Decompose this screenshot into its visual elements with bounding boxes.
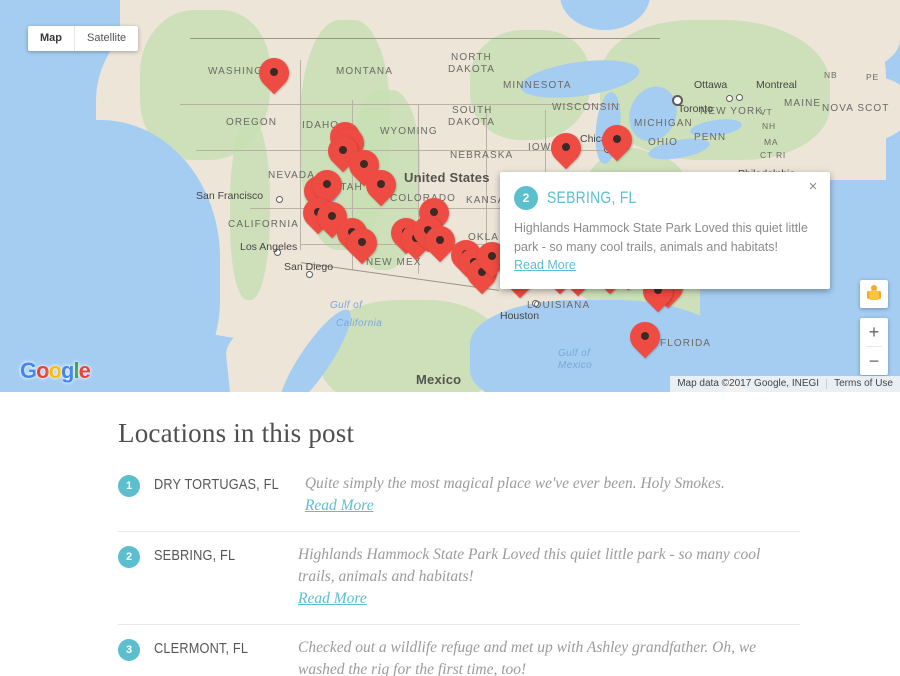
marker-center-dot bbox=[339, 146, 347, 154]
info-window-header: 2 SEBRING, FL bbox=[514, 186, 814, 210]
pegman-street-view-control[interactable] bbox=[860, 280, 888, 308]
map-type-satellite-button[interactable]: Satellite bbox=[75, 26, 138, 51]
state-border bbox=[180, 104, 620, 105]
map-marker-pin[interactable] bbox=[595, 118, 639, 162]
city-dot-icon bbox=[672, 95, 683, 106]
marker-center-dot bbox=[430, 208, 438, 216]
location-name[interactable]: CLERMONT, FL bbox=[154, 640, 273, 657]
list-item: 3 CLERMONT, FL Checked out a wildlife refu… bbox=[118, 624, 800, 676]
state-border bbox=[486, 110, 487, 260]
city-dot-icon bbox=[726, 95, 733, 102]
marker-center-dot bbox=[270, 68, 278, 76]
location-name[interactable]: SEBRING, FL bbox=[154, 547, 273, 564]
list-item: 1 DRY TORTUGAS, FL Quite simply the most m… bbox=[118, 471, 800, 531]
vegetation-area bbox=[230, 120, 270, 300]
locations-list: 1 DRY TORTUGAS, FL Quite simply the most m… bbox=[118, 471, 800, 676]
pegman-icon bbox=[867, 285, 881, 303]
info-window-read-more-link[interactable]: Read More bbox=[514, 256, 576, 275]
zoom-out-button[interactable]: − bbox=[860, 347, 888, 375]
location-description: Checked out a wildlife refuge and met up… bbox=[298, 637, 800, 676]
map-marker-pin[interactable] bbox=[305, 163, 349, 207]
page-title: Locations in this post bbox=[118, 418, 355, 448]
map-marker-pin[interactable] bbox=[544, 126, 588, 170]
marker-center-dot bbox=[436, 236, 444, 244]
city-dot-icon bbox=[736, 94, 743, 101]
map-attribution: Map data ©2017 Google, INEGI Terms of Us… bbox=[670, 376, 900, 392]
marker-center-dot bbox=[323, 180, 331, 188]
map-marker-pin[interactable] bbox=[623, 315, 667, 359]
close-icon[interactable]: × bbox=[804, 178, 822, 196]
location-description-text: Highlands Hammock State Park Loved this … bbox=[298, 546, 761, 585]
info-window-description: Highlands Hammock State Park Loved this … bbox=[514, 221, 808, 254]
map-info-window: × 2 SEBRING, FL Highlands Hammock State … bbox=[500, 172, 830, 289]
info-window-title: SEBRING, FL bbox=[547, 188, 637, 207]
page-root: WASHINGTON MONTANA NORTH DAKOTA MINNESOTA ORE… bbox=[0, 0, 900, 676]
vegetation-area bbox=[600, 20, 830, 160]
location-description: Highlands Hammock State Park Loved this … bbox=[298, 544, 800, 610]
location-description-text: Checked out a wildlife refuge and met up… bbox=[298, 639, 757, 676]
google-logo: Google bbox=[20, 358, 91, 383]
location-name[interactable]: DRY TORTUGAS, FL bbox=[154, 476, 279, 493]
map-marker-pin[interactable] bbox=[340, 221, 384, 265]
marker-center-dot bbox=[613, 135, 621, 143]
city-dot-icon bbox=[276, 196, 283, 203]
location-number-badge: 2 bbox=[118, 546, 140, 568]
read-more-link[interactable]: Read More bbox=[298, 588, 367, 610]
location-description-text: Quite simply the most magical place we'v… bbox=[304, 475, 725, 492]
city-dot-icon bbox=[274, 249, 281, 256]
map-marker-pin[interactable] bbox=[359, 163, 403, 207]
info-window-body: Highlands Hammock State Park Loved this … bbox=[514, 219, 814, 275]
map-marker-pin[interactable] bbox=[252, 51, 296, 95]
zoom-control[interactable]: + − bbox=[860, 318, 888, 375]
state-border bbox=[300, 60, 301, 250]
marker-center-dot bbox=[358, 238, 366, 246]
read-more-link[interactable]: Read More bbox=[305, 495, 374, 517]
marker-center-dot bbox=[562, 143, 570, 151]
marker-center-dot bbox=[641, 332, 649, 340]
marker-center-dot bbox=[488, 252, 496, 260]
info-window-badge: 2 bbox=[514, 186, 538, 210]
international-border-canada bbox=[190, 38, 660, 39]
locations-section: Locations in this post 1 DRY TORTUGAS, FL… bbox=[0, 392, 900, 676]
location-number-badge: 1 bbox=[118, 475, 140, 497]
marker-center-dot bbox=[377, 180, 385, 188]
map-data-attribution: Map data ©2017 Google, INEGI bbox=[677, 378, 820, 389]
location-description: Quite simply the most magical place we'v… bbox=[305, 473, 800, 517]
zoom-in-button[interactable]: + bbox=[860, 318, 888, 346]
terms-of-use-link[interactable]: Terms of Use bbox=[827, 376, 900, 392]
map-type-map-button[interactable]: Map bbox=[28, 26, 74, 51]
list-item: 2 SEBRING, FL Highlands Hammock State Park… bbox=[118, 531, 800, 624]
marker-center-dot bbox=[360, 160, 368, 168]
city-dot-icon bbox=[532, 300, 539, 307]
marker-center-dot bbox=[328, 212, 336, 220]
google-map[interactable]: WASHINGTON MONTANA NORTH DAKOTA MINNESOTA ORE… bbox=[0, 0, 900, 392]
city-dot-icon bbox=[306, 271, 313, 278]
map-type-control[interactable]: Map Satellite bbox=[28, 26, 139, 51]
location-number-badge: 3 bbox=[118, 639, 140, 661]
